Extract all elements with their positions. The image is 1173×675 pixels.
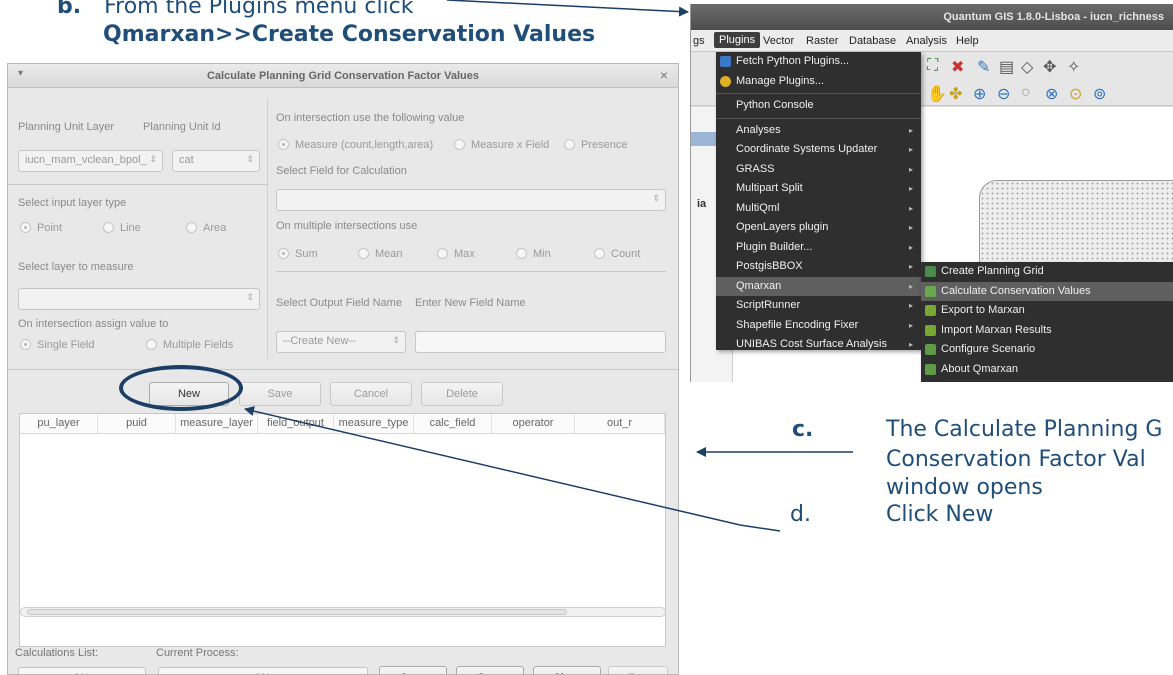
arrow-to-qgis-menu	[446, 0, 689, 17]
arrow-to-new-button	[244, 406, 781, 532]
annotation-arrows	[244, 0, 853, 532]
